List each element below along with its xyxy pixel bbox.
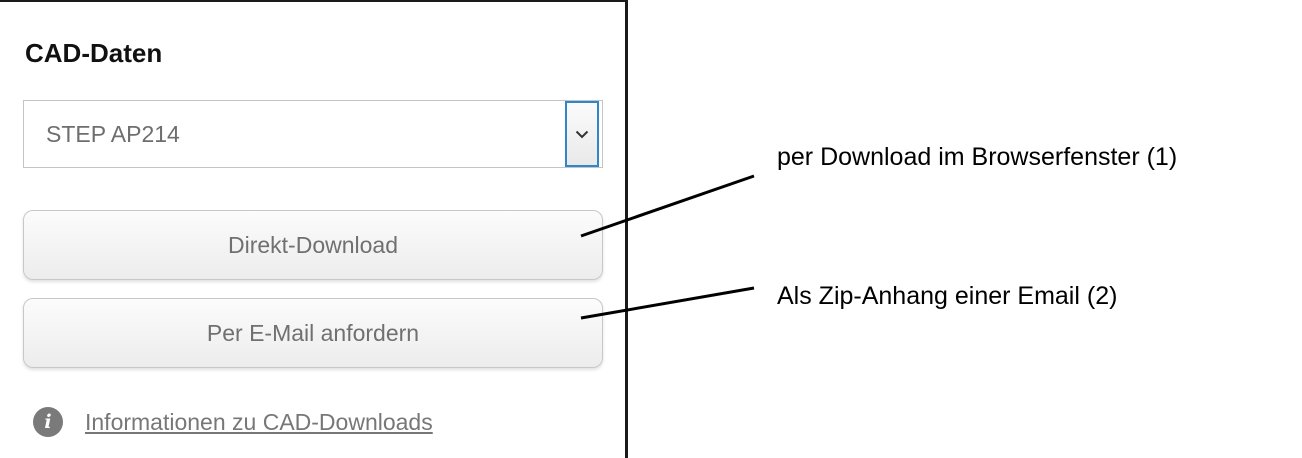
callout-lines	[580, 174, 755, 320]
callout-direct-download: per Download im Browserfenster (1)	[777, 143, 1178, 171]
callout-line-2	[580, 286, 755, 320]
callout-email-zip: Als Zip-Anhang einer Email (2)	[777, 282, 1118, 310]
callout-line-1	[580, 174, 755, 238]
